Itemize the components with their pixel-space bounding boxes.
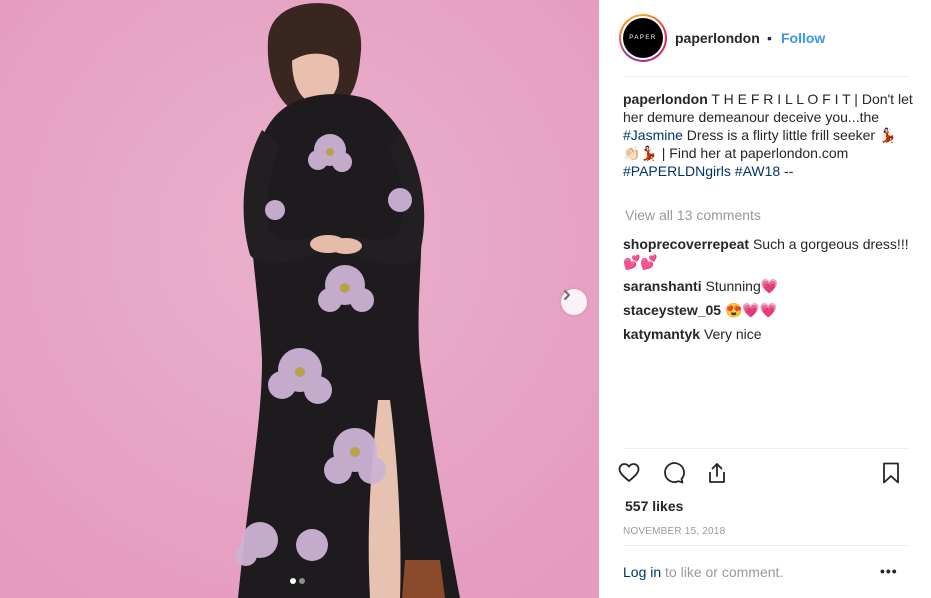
comment-username-link[interactable]: shoprecoverrepeat — [623, 236, 749, 252]
comment-item: saranshanti Stunning💗 — [623, 277, 913, 295]
hashtag-link[interactable]: #PAPERLDNgirls — [623, 163, 731, 179]
login-link[interactable]: Log in — [623, 564, 661, 580]
comment-username-link[interactable]: saranshanti — [623, 278, 702, 294]
comment-item: katymantyk Very nice — [623, 325, 913, 343]
comment-username-link[interactable]: staceystew_05 — [623, 302, 721, 318]
caption-username-link[interactable]: paperlondon — [623, 91, 708, 107]
post-header: PAPER paperlondon • Follow — [599, 0, 931, 77]
next-photo-button[interactable] — [561, 289, 587, 315]
header-separator: • — [767, 30, 772, 46]
footer-divider — [623, 545, 910, 546]
follow-button[interactable]: Follow — [781, 30, 825, 46]
hashtag-link[interactable]: #Jasmine — [623, 127, 683, 143]
view-all-comments-link[interactable]: View all 13 comments — [625, 207, 761, 223]
post-photo[interactable] — [0, 0, 599, 598]
login-prompt: Log in to like or comment. — [623, 564, 783, 580]
heart-icon[interactable] — [617, 461, 641, 485]
carousel-dot-active — [290, 578, 296, 584]
post-date: NOVEMBER 15, 2018 — [623, 526, 726, 537]
avatar: PAPER — [623, 18, 663, 58]
avatar-story-ring[interactable]: PAPER — [619, 14, 667, 62]
likes-count[interactable]: 557 likes — [625, 498, 683, 514]
comment-icon[interactable] — [661, 461, 685, 485]
comment-item: shoprecoverrepeat Such a gorgeous dress!… — [623, 235, 913, 271]
carousel-indicator — [290, 578, 305, 584]
bookmark-icon[interactable] — [879, 461, 903, 485]
header-username-link[interactable]: paperlondon — [675, 30, 760, 46]
caption-text: -- — [780, 163, 794, 179]
header-divider — [623, 76, 910, 77]
comment-text: Very nice — [703, 326, 762, 342]
actions-divider — [623, 448, 910, 449]
share-icon[interactable] — [705, 461, 729, 485]
comment-text: 😍💗💗 — [724, 302, 778, 318]
comment-text: Stunning💗 — [705, 278, 779, 294]
login-prompt-text: to like or comment. — [661, 564, 784, 580]
post-caption: paperlondon T H E F R I L L O F I T | Do… — [623, 90, 913, 180]
hashtag-link[interactable]: #AW18 — [735, 163, 780, 179]
comment-username-link[interactable]: katymantyk — [623, 326, 700, 342]
chevron-right-icon — [564, 290, 570, 300]
post-sidebar: PAPER paperlondon • Follow paperlondon T… — [599, 0, 931, 598]
comment-item: staceystew_05 😍💗💗 — [623, 301, 913, 319]
carousel-dot — [299, 578, 305, 584]
more-options-button[interactable]: ••• — [880, 563, 898, 579]
dress-photo-illustration — [0, 0, 599, 598]
